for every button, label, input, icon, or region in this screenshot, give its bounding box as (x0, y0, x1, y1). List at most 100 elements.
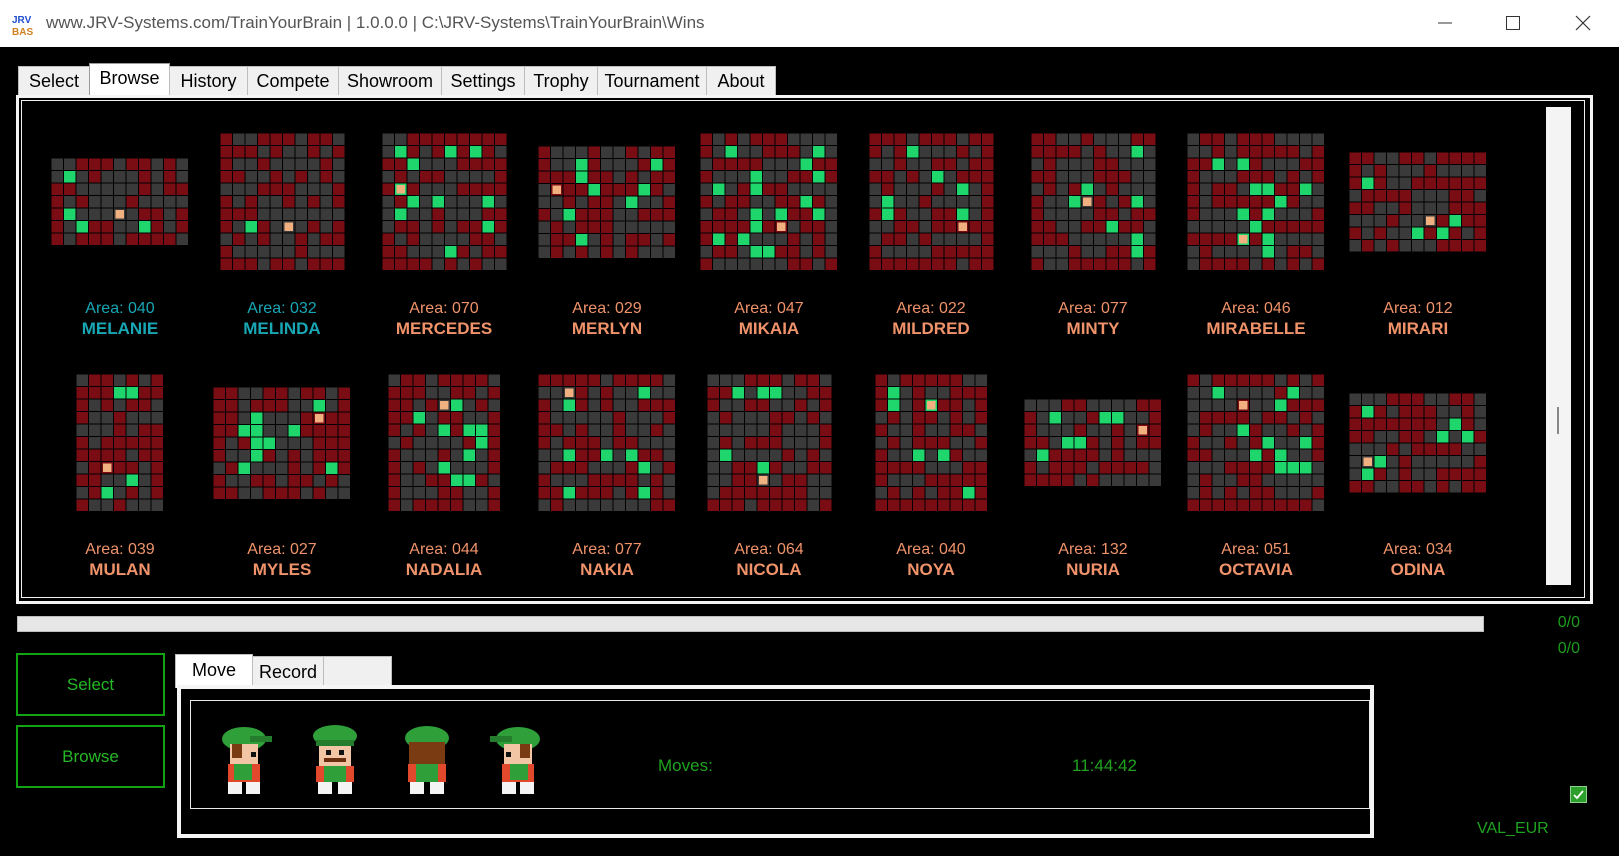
close-icon[interactable] (1560, 8, 1606, 38)
puzzle-name: MILDRED (892, 319, 970, 338)
puzzle-thumbnail (388, 374, 500, 512)
puzzle-area: Area: 022 (896, 300, 966, 317)
puzzle-area: Area: 034 (1383, 541, 1453, 558)
puzzle-area: Area: 039 (85, 541, 155, 558)
puzzle-tile-mildred[interactable]: Area: 022 MILDRED (856, 130, 1006, 340)
puzzle-area: Area: 051 (1221, 541, 1291, 558)
tab-select[interactable]: Select (18, 66, 90, 96)
svg-text:JRV: JRV (12, 15, 32, 26)
puzzle-area: Area: 047 (734, 300, 804, 317)
puzzle-area: Area: 077 (1058, 300, 1128, 317)
puzzle-tile-mikaia[interactable]: Area: 047 MIKAIA (694, 130, 844, 340)
tab-record[interactable]: Record (252, 656, 324, 688)
puzzle-thumbnail (220, 133, 344, 271)
puzzle-name: OCTAVIA (1219, 560, 1293, 579)
puzzle-area: Area: 040 (896, 541, 966, 558)
puzzle-area: Area: 046 (1221, 300, 1291, 317)
tab-settings[interactable]: Settings (441, 66, 525, 96)
puzzle-name: NURIA (1066, 560, 1120, 579)
puzzle-tile-nakia[interactable]: Area: 077 NAKIA (532, 371, 682, 581)
puzzle-area: Area: 044 (409, 541, 479, 558)
window-title: www.JRV-Systems.com/TrainYourBrain | 1.0… (46, 13, 705, 32)
tab-move[interactable]: Move (175, 654, 253, 688)
checkmark-icon (1573, 790, 1584, 800)
settings-checkbox[interactable] (1570, 786, 1587, 803)
puzzle-area: Area: 077 (572, 541, 642, 558)
puzzle-thumbnail (538, 146, 676, 258)
tab-compete[interactable]: Compete (247, 66, 339, 96)
puzzle-thumbnail (538, 374, 676, 512)
puzzle-tile-noya[interactable]: Area: 040 NOYA (856, 371, 1006, 581)
maximize-icon[interactable] (1490, 8, 1536, 38)
puzzle-tile-minty[interactable]: Area: 077 MINTY (1018, 130, 1168, 340)
puzzle-tile-odina[interactable]: Area: 034 ODINA (1343, 371, 1493, 581)
puzzle-thumbnail (1349, 393, 1487, 493)
puzzle-thumbnail (1024, 399, 1162, 487)
tab-showroom[interactable]: Showroom (338, 66, 442, 96)
puzzle-area: Area: 029 (572, 300, 642, 317)
puzzle-area: Area: 070 (409, 300, 479, 317)
puzzle-name: ODINA (1390, 560, 1446, 579)
puzzle-thumbnail (382, 133, 506, 271)
puzzle-name: NOYA (907, 560, 955, 579)
player-right-icon[interactable] (486, 722, 552, 798)
grid-scrollbar[interactable] (1546, 107, 1571, 585)
svg-text:BAS: BAS (12, 27, 33, 38)
moves-label: Moves: (658, 756, 713, 775)
puzzle-thumbnail (1031, 133, 1155, 271)
puzzle-area: Area: 132 (1058, 541, 1128, 558)
player-back-icon[interactable] (394, 722, 460, 798)
puzzle-tile-merlyn[interactable]: Area: 029 MERLYN (532, 130, 682, 340)
puzzle-tile-melanie[interactable]: Area: 040 MELANIE (45, 130, 195, 340)
puzzle-tile-octavia[interactable]: Area: 051 OCTAVIA (1181, 371, 1331, 581)
puzzle-name: MELANIE (81, 319, 159, 338)
puzzle-tile-nadalia[interactable]: Area: 044 NADALIA (369, 371, 519, 581)
player-front-icon[interactable] (302, 722, 368, 798)
tab-trophy[interactable]: Trophy (524, 66, 598, 96)
puzzle-tile-myles[interactable]: Area: 027 MYLES (207, 371, 357, 581)
select-button[interactable]: Select (16, 653, 165, 716)
scrollbar-thumb[interactable] (1557, 407, 1559, 434)
puzzle-thumbnail (213, 387, 351, 499)
puzzle-thumbnail (1187, 133, 1325, 271)
puzzle-thumbnail (1349, 152, 1487, 252)
puzzle-thumbnail (707, 374, 831, 512)
tab-history[interactable]: History (169, 66, 248, 96)
puzzle-tile-mulan[interactable]: Area: 039 MULAN (45, 371, 195, 581)
locale-label: VAL_EUR (1477, 820, 1549, 837)
progress-bar (17, 616, 1484, 632)
puzzle-thumbnail (51, 158, 189, 246)
puzzle-name: MULAN (89, 560, 151, 579)
tab-blank[interactable] (323, 656, 392, 688)
browse-button[interactable]: Browse (16, 725, 165, 788)
puzzle-name: MIRARI (1387, 319, 1449, 338)
minimize-icon[interactable] (1422, 8, 1468, 38)
tab-browse[interactable]: Browse (89, 63, 170, 97)
puzzle-thumbnail (1187, 374, 1325, 512)
puzzle-tile-mirari[interactable]: Area: 012 MIRARI (1343, 130, 1493, 340)
puzzle-tile-mercedes[interactable]: Area: 070 MERCEDES (369, 130, 519, 340)
puzzle-tile-nicola[interactable]: Area: 064 NICOLA (694, 371, 844, 581)
counter-top: 0/0 (1557, 614, 1580, 631)
counter-bottom: 0/0 (1557, 640, 1580, 657)
puzzle-name: MIRABELLE (1206, 319, 1306, 338)
player-left-icon[interactable] (210, 722, 276, 798)
puzzle-tile-melinda[interactable]: Area: 032 MELINDA (207, 130, 357, 340)
puzzle-tile-nuria[interactable]: Area: 132 NURIA (1018, 371, 1168, 581)
puzzle-name: NICOLA (736, 560, 802, 579)
puzzle-name: MYLES (252, 560, 312, 579)
puzzle-name: MERCEDES (395, 319, 493, 338)
puzzle-tile-mirabelle[interactable]: Area: 046 MIRABELLE (1181, 130, 1331, 340)
elapsed-time: 11:44:42 (1072, 756, 1137, 775)
puzzle-thumbnail (875, 374, 987, 512)
puzzle-area: Area: 064 (734, 541, 804, 558)
tab-tournament[interactable]: Tournament (597, 66, 707, 96)
tab-about[interactable]: About (706, 66, 776, 96)
puzzle-name: MINTY (1066, 319, 1120, 338)
puzzle-name: MERLYN (571, 319, 643, 338)
app-icon: JRV BAS (11, 12, 37, 38)
puzzle-area: Area: 040 (85, 300, 155, 317)
puzzle-name: MIKAIA (738, 319, 800, 338)
puzzle-area: Area: 032 (247, 300, 317, 317)
puzzle-name: NADALIA (405, 560, 483, 579)
